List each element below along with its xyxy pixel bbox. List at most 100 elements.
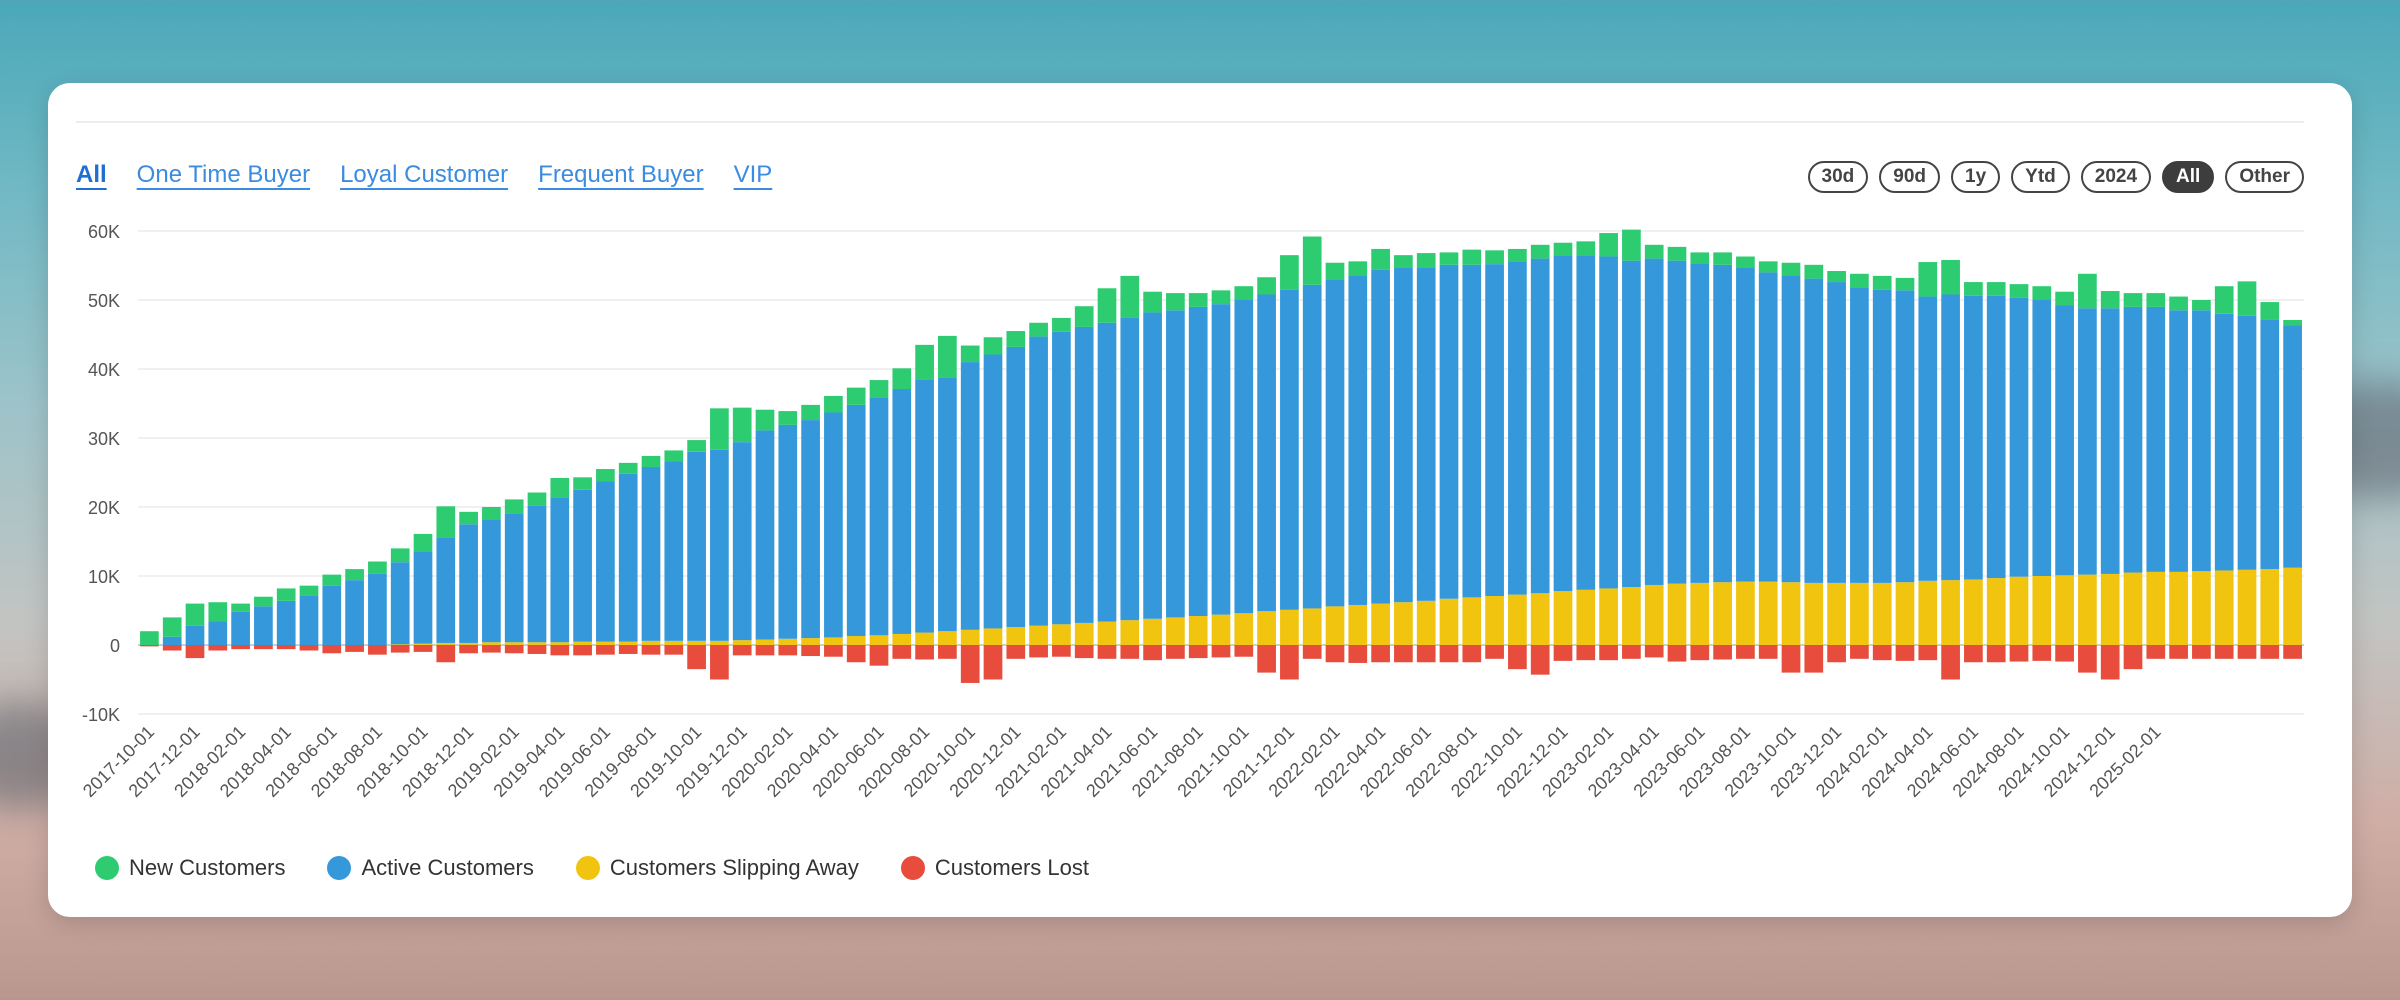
bar-customers-lost	[938, 645, 957, 659]
bar-active-customers	[1006, 346, 1026, 628]
bar-active-customers	[436, 537, 456, 643]
bar-customers-lost	[1918, 645, 1938, 661]
bar-customers-slipping-away	[2169, 571, 2188, 645]
bar-new-customers	[1576, 241, 1596, 256]
bar-active-customers	[459, 524, 478, 643]
bar-customers-lost	[550, 645, 570, 656]
bar-customers-slipping-away	[1166, 617, 1185, 645]
bar-customers-lost	[846, 645, 866, 663]
bar-customers-lost	[2123, 645, 2143, 670]
bar-customers-slipping-away	[1758, 581, 1778, 645]
bar-active-customers	[846, 404, 866, 637]
bar-customers-slipping-away	[732, 640, 752, 645]
bar-active-customers	[1280, 289, 1299, 610]
bar-active-customers	[185, 625, 205, 645]
bar-customers-lost	[2055, 645, 2074, 662]
bar-new-customers	[641, 455, 661, 467]
bar-active-customers	[276, 600, 296, 645]
bar-customers-slipping-away	[1553, 591, 1573, 645]
bar-customers-lost	[1371, 645, 1390, 663]
bar-customers-slipping-away	[504, 642, 524, 645]
bar-new-customers	[892, 368, 912, 390]
bar-active-customers	[1599, 256, 1618, 589]
bar-customers-slipping-away	[892, 633, 912, 645]
bar-new-customers	[573, 477, 592, 490]
bar-new-customers	[1622, 229, 1641, 261]
bar-customers-slipping-away	[687, 640, 706, 645]
bar-customers-slipping-away	[1895, 582, 1915, 645]
y-tick-label: 20K	[88, 498, 120, 518]
bar-customers-slipping-away	[1622, 587, 1641, 645]
bar-active-customers	[2055, 305, 2074, 576]
bar-active-customers	[1622, 260, 1641, 588]
bar-active-customers	[482, 519, 501, 643]
bar-new-customers	[1986, 282, 2006, 296]
bar-customers-slipping-away	[596, 641, 615, 645]
bar-customers-slipping-away	[1736, 581, 1755, 645]
legend-active-customers[interactable]: Active Customers	[327, 855, 534, 881]
bar-customers-lost	[1416, 645, 1436, 663]
bar-customers-lost	[1052, 645, 1071, 657]
bar-customers-lost	[1234, 645, 1254, 657]
bar-customers-lost	[732, 645, 752, 656]
bar-customers-slipping-away	[915, 632, 934, 645]
legend-label: Active Customers	[361, 855, 534, 880]
bar-active-customers	[869, 397, 889, 636]
bar-customers-slipping-away	[664, 640, 684, 645]
bar-active-customers	[1530, 258, 1550, 594]
bar-customers-lost	[2146, 645, 2166, 659]
bar-new-customers	[2283, 320, 2302, 326]
legend-customers-lost[interactable]: Customers Lost	[900, 855, 1089, 881]
bar-customers-slipping-away	[1462, 597, 1482, 645]
bar-customers-slipping-away	[1576, 589, 1596, 645]
bar-new-customers	[2078, 273, 2097, 309]
bar-customers-lost	[1667, 645, 1687, 662]
bar-customers-lost	[1394, 645, 1413, 663]
bar-active-customers	[2078, 308, 2097, 575]
bar-active-customers	[2146, 306, 2166, 572]
bar-customers-lost	[1257, 645, 1276, 673]
bar-customers-lost	[2100, 645, 2120, 680]
bar-customers-lost	[208, 645, 228, 651]
bar-customers-slipping-away	[2055, 575, 2074, 645]
chart-legend: New Customers Active Customers Customers…	[95, 855, 1089, 881]
bar-customers-slipping-away	[1439, 598, 1459, 645]
bar-customers-lost	[2032, 645, 2052, 661]
bar-active-customers	[687, 451, 706, 641]
bar-active-customers	[1052, 331, 1071, 625]
bar-new-customers	[254, 596, 273, 607]
y-tick-label: 40K	[88, 360, 120, 380]
y-tick-label: 0	[110, 636, 120, 656]
bar-new-customers	[2192, 300, 2211, 311]
bar-active-customers	[1827, 282, 1846, 583]
bar-new-customers	[2123, 293, 2143, 307]
bar-customers-lost	[413, 645, 433, 652]
bar-active-customers	[915, 379, 934, 633]
bar-customers-lost	[641, 645, 661, 655]
bar-active-customers	[1257, 294, 1276, 612]
legend-customers-slipping-away[interactable]: Customers Slipping Away	[575, 855, 859, 881]
bar-customers-slipping-away	[1964, 579, 1983, 645]
bar-new-customers	[413, 533, 433, 552]
bar-active-customers	[983, 354, 1003, 629]
bar-customers-slipping-away	[573, 641, 592, 645]
bar-new-customers	[1508, 248, 1527, 262]
bar-active-customers	[1462, 264, 1482, 598]
bar-active-customers	[231, 611, 250, 645]
bar-customers-lost	[960, 645, 980, 683]
bar-customers-lost	[390, 645, 410, 653]
bar-new-customers	[1781, 262, 1801, 276]
bar-customers-lost	[1804, 645, 1824, 673]
bar-customers-lost	[231, 645, 250, 650]
bar-customers-lost	[140, 645, 159, 647]
bar-new-customers	[482, 507, 501, 520]
bar-active-customers	[1097, 322, 1117, 622]
bar-new-customers	[1850, 273, 1869, 288]
bar-customers-lost	[1781, 645, 1801, 673]
bar-customers-slipping-away	[1348, 604, 1368, 645]
bar-active-customers	[1508, 261, 1527, 595]
bar-customers-slipping-away	[1918, 580, 1938, 645]
legend-label: New Customers	[129, 855, 286, 880]
legend-new-customers[interactable]: New Customers	[95, 855, 285, 881]
bar-new-customers	[1462, 249, 1482, 265]
